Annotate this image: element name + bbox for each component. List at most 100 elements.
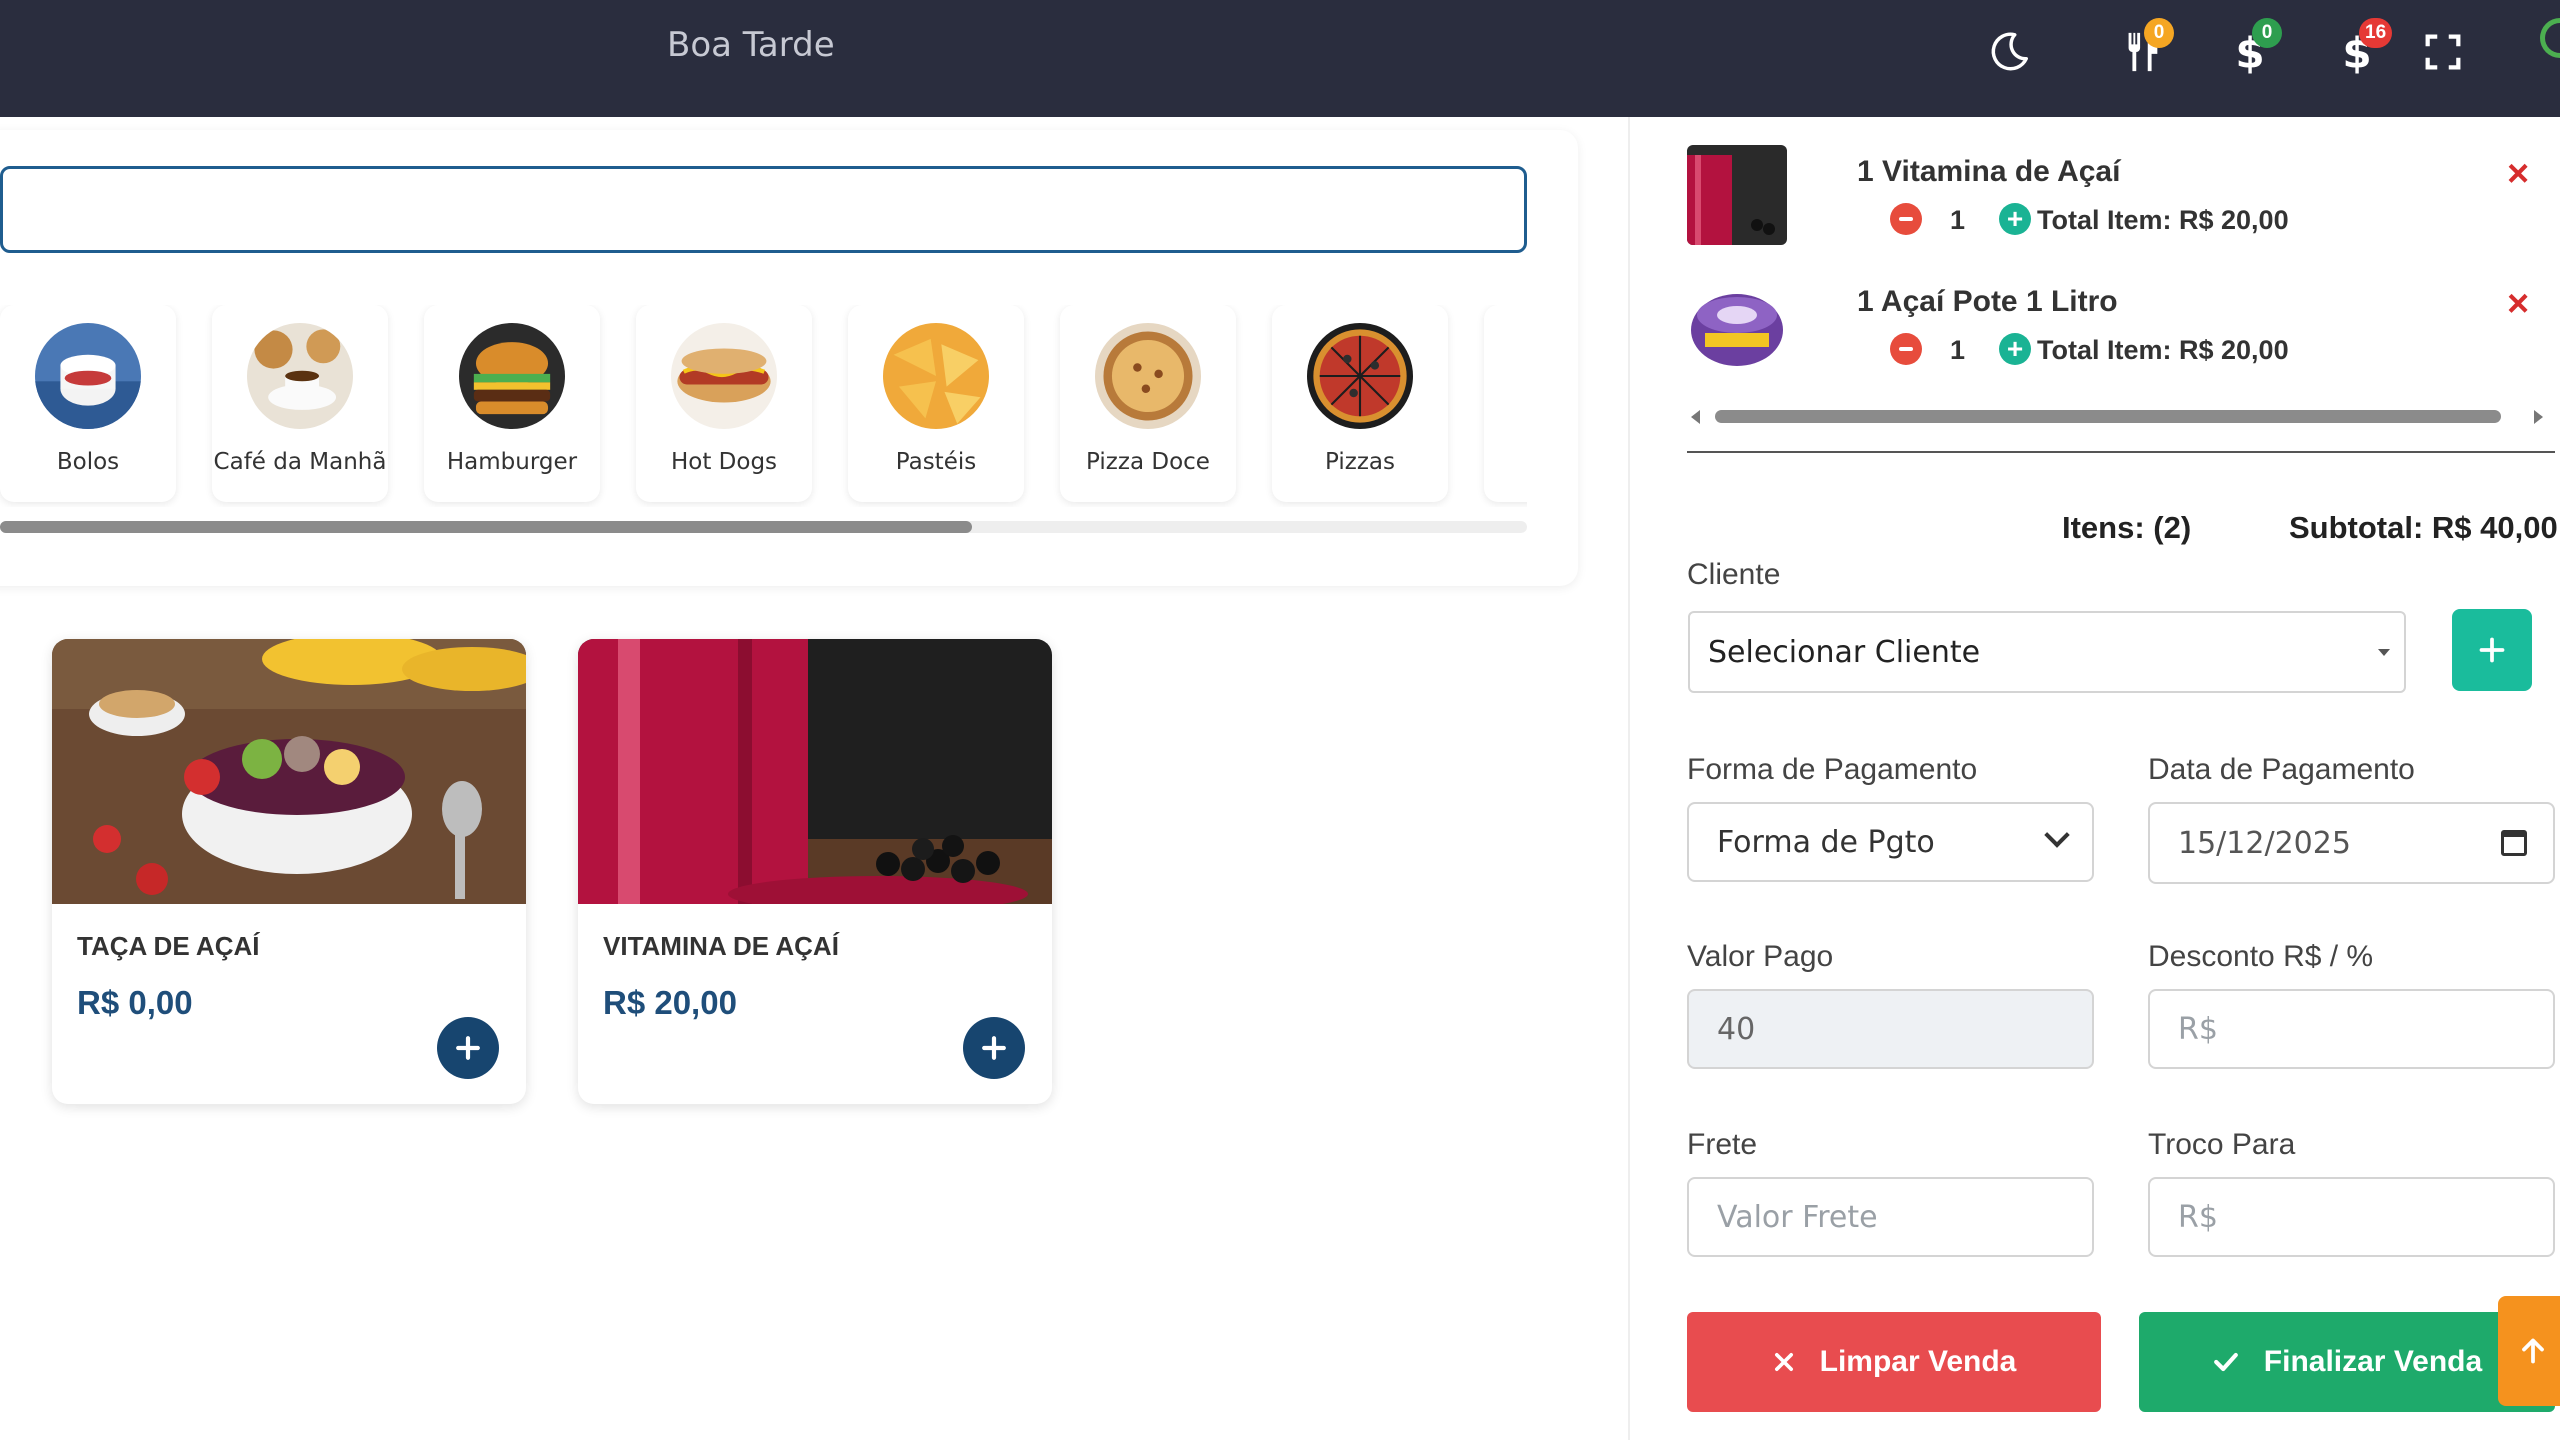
clear-sale-button[interactable]: Limpar Venda	[1687, 1312, 2101, 1412]
category-item[interactable]: Café da Manhã	[212, 305, 388, 502]
product-price: R$ 0,00	[77, 984, 193, 1021]
freight-input[interactable]: Valor Frete	[1687, 1177, 2094, 1257]
desconto-label: Desconto R$ / %	[2148, 940, 2374, 973]
finish-sale-label: Finalizar Venda	[2263, 1345, 2483, 1378]
payment-date-input[interactable]: 15/12/2025	[2148, 802, 2555, 884]
category-label: Pizza Doce	[1086, 449, 1210, 475]
coffee-icon	[247, 323, 353, 429]
cart-item-qty: 1	[1950, 335, 1966, 365]
cart-item-name: 1 Açaí Pote 1 Litro	[1857, 285, 2118, 318]
scroll-left-icon[interactable]	[1691, 410, 1700, 424]
amount-paid-input[interactable]: 40	[1687, 989, 2094, 1069]
cart-scrollbar[interactable]	[1687, 406, 2547, 428]
arrow-up-icon	[2522, 1338, 2544, 1364]
dollar-icon[interactable]: $ 0	[2210, 12, 2290, 92]
product-card[interactable]: VITAMINA DE AÇAÍ R$ 20,00	[578, 639, 1052, 1104]
product-price: R$ 20,00	[603, 984, 737, 1021]
category-item[interactable]: Pastéis	[848, 305, 1024, 502]
category-label: Pizzas	[1325, 449, 1395, 475]
caret-down-icon	[2378, 649, 2390, 656]
utensils-icon[interactable]: 0	[2102, 12, 2182, 92]
cart-item-image	[1687, 145, 1787, 245]
payments-badge: 0	[2252, 18, 2282, 48]
search-input[interactable]	[0, 166, 1527, 253]
cart-item-total: Total Item: R$ 20,00	[2037, 205, 2289, 235]
discount-placeholder: R$	[2178, 1011, 2218, 1047]
product-name: VITAMINA DE AÇAÍ	[603, 931, 839, 961]
cake-icon	[35, 323, 141, 429]
pastel-icon	[883, 323, 989, 429]
cart-scrollbar-thumb[interactable]	[1715, 410, 2501, 423]
calendar-icon[interactable]	[2501, 830, 2527, 856]
client-select[interactable]: Selecionar Cliente	[1688, 611, 2406, 693]
cart-item-total: Total Item: R$ 20,00	[2037, 335, 2289, 365]
forma-pagamento-label: Forma de Pagamento	[1687, 753, 1978, 786]
orders-badge: 0	[2144, 18, 2174, 48]
increase-qty-button[interactable]: +	[1999, 203, 2031, 235]
payment-method-value: Forma de Pgto	[1717, 824, 1935, 860]
pizza-icon	[1307, 323, 1413, 429]
product-name: TAÇA DE AÇAÍ	[77, 931, 260, 961]
category-label: Café da Manhã	[213, 449, 387, 475]
category-strip[interactable]: Bolos Café da Manhã Hamburger Hot Dogs P…	[0, 305, 1527, 507]
decrease-qty-button[interactable]	[1890, 203, 1922, 235]
cliente-label: Cliente	[1687, 558, 1781, 591]
fullscreen-icon[interactable]	[2403, 12, 2483, 92]
close-icon	[1774, 1353, 1793, 1371]
cart-item-image	[1687, 275, 1787, 375]
top-bar: Boa Tarde 0 $ 0 $ 16	[0, 0, 2560, 117]
add-to-cart-button[interactable]	[963, 1017, 1025, 1079]
troco-label: Troco Para	[2148, 1128, 2296, 1161]
moon-icon[interactable]	[1969, 12, 2049, 92]
category-label: Bolos	[56, 449, 120, 475]
change-placeholder: R$	[2178, 1199, 2218, 1235]
check-icon	[2213, 1352, 2238, 1372]
search-field[interactable]	[3, 169, 1524, 250]
increase-qty-button[interactable]: +	[1999, 333, 2031, 365]
scroll-top-button[interactable]	[2498, 1296, 2560, 1406]
cart-divider	[1687, 451, 2555, 453]
hamburger-icon	[459, 323, 565, 429]
product-card[interactable]: TAÇA DE AÇAÍ R$ 0,00	[52, 639, 526, 1104]
pizza-sweet-icon	[1095, 323, 1201, 429]
category-label: Pastéis	[895, 449, 977, 475]
category-item[interactable]: Bolos	[0, 305, 176, 502]
frete-label: Frete	[1687, 1128, 1758, 1161]
add-to-cart-button[interactable]	[437, 1017, 499, 1079]
cart-item-name: 1 Vitamina de Açaí	[1857, 155, 2121, 188]
category-item[interactable]: Hamburger	[424, 305, 600, 502]
product-image	[52, 639, 526, 904]
payment-date-value: 15/12/2025	[2178, 825, 2351, 861]
avatar-icon[interactable]	[2540, 18, 2560, 58]
dollar-icon[interactable]: $ 16	[2317, 12, 2397, 92]
category-scrollbar-thumb[interactable]	[0, 521, 972, 533]
hotdog-icon	[671, 323, 777, 429]
remove-item-icon[interactable]: ×	[2507, 285, 2529, 323]
cart-item: 1 Vitamina de Açaí 1 + Total Item: R$ 20…	[1687, 145, 2547, 255]
category-item[interactable]: Pizza Doce	[1060, 305, 1236, 502]
items-count: Itens: (2)	[2062, 510, 2192, 545]
scroll-right-icon[interactable]	[2534, 410, 2543, 424]
remove-item-icon[interactable]: ×	[2507, 155, 2529, 193]
pending-badge: 16	[2359, 18, 2393, 48]
subtotal: Subtotal: R$ 40,00	[2289, 510, 2558, 545]
category-item[interactable]: Pizzas	[1272, 305, 1448, 502]
chevron-down-icon	[2044, 822, 2070, 848]
decrease-qty-button[interactable]	[1890, 333, 1922, 365]
add-client-button[interactable]	[2452, 609, 2532, 691]
discount-input[interactable]: R$	[2148, 989, 2555, 1069]
category-label: Hot Dogs	[670, 449, 778, 475]
category-label: Hamburger	[446, 449, 578, 475]
amount-paid-value: 40	[1717, 1011, 1756, 1047]
category-item[interactable]	[1484, 305, 1527, 502]
finish-sale-button[interactable]: Finalizar Venda	[2139, 1312, 2555, 1412]
change-input[interactable]: R$	[2148, 1177, 2555, 1257]
valor-pago-label: Valor Pago	[1687, 940, 1834, 973]
cart-item: 1 Açaí Pote 1 Litro 1 + Total Item: R$ 2…	[1687, 275, 2547, 385]
category-item[interactable]: Hot Dogs	[636, 305, 812, 502]
payment-method-select[interactable]: Forma de Pgto	[1687, 802, 2094, 882]
data-pagamento-label: Data de Pagamento	[2148, 753, 2415, 786]
cart-item-qty: 1	[1950, 205, 1966, 235]
clear-sale-label: Limpar Venda	[1819, 1345, 2017, 1378]
greeting-text: Boa Tarde	[667, 25, 835, 65]
